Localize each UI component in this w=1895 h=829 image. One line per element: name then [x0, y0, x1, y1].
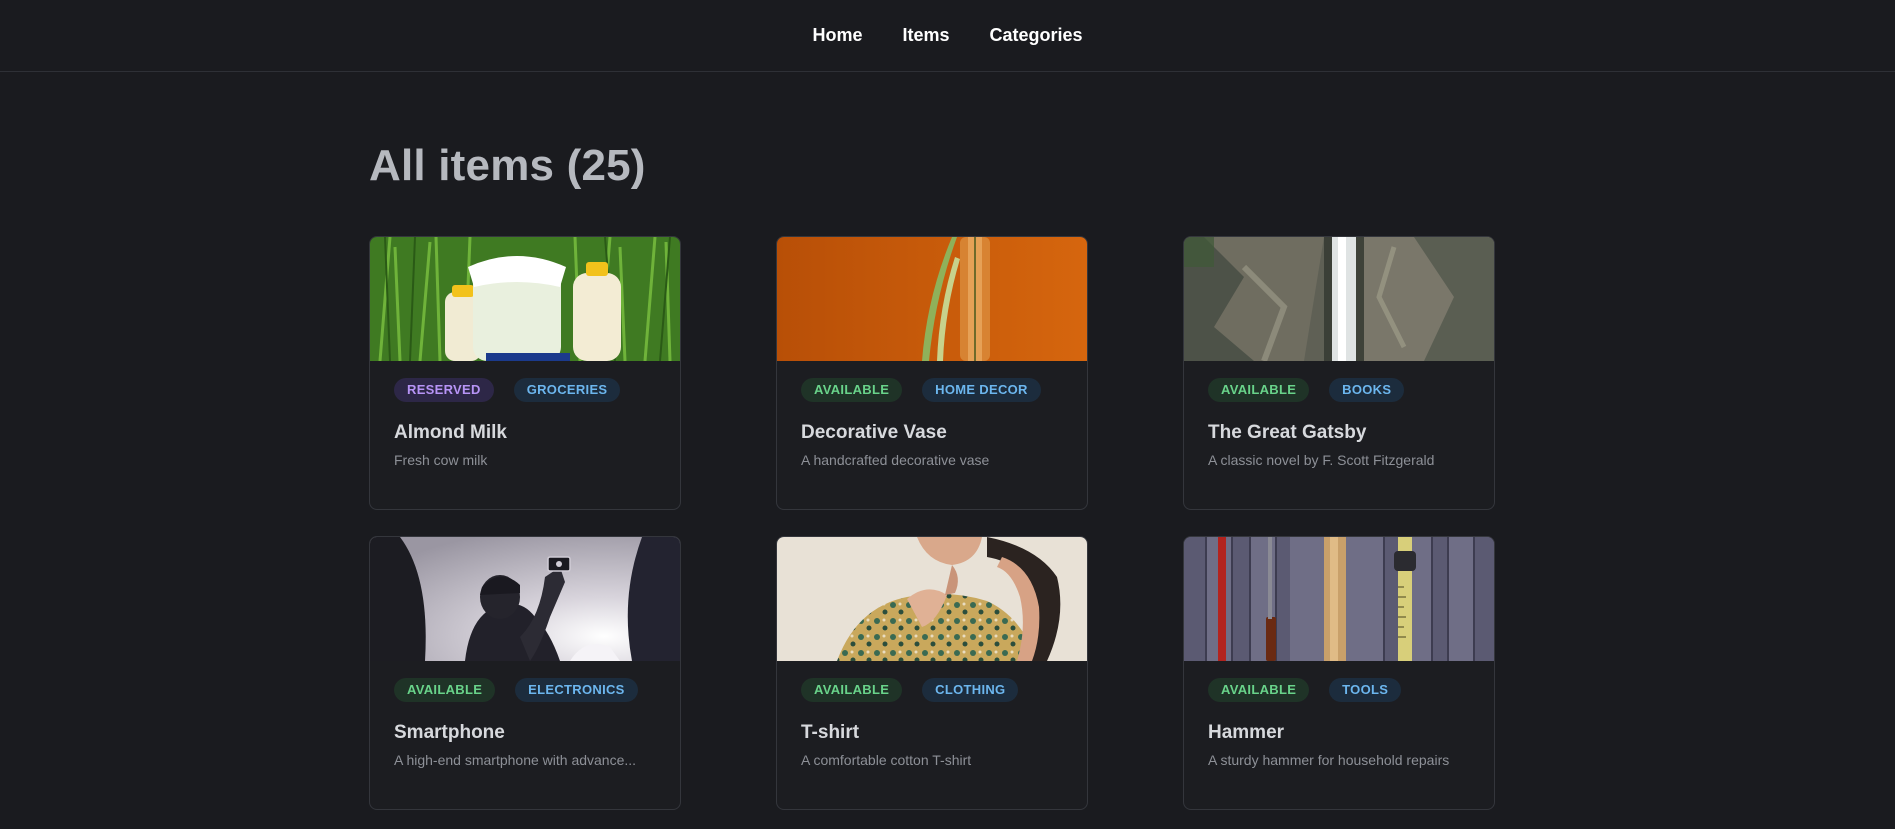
item-title[interactable]: Decorative Vase [801, 421, 1063, 445]
item-title[interactable]: T-shirt [801, 721, 1063, 745]
item-title[interactable]: The Great Gatsby [1208, 421, 1470, 445]
item-description: A sturdy hammer for household repairs [1208, 752, 1450, 768]
page-title: All items (25) [369, 141, 646, 190]
item-card[interactable]: AVAILABLE BOOKS The Great Gatsby A class… [1183, 236, 1495, 510]
item-image [370, 537, 680, 661]
category-badge[interactable]: HOME DECOR [922, 378, 1041, 402]
item-image [1184, 537, 1494, 661]
item-card[interactable]: AVAILABLE TOOLS Hammer A sturdy hammer f… [1183, 536, 1495, 810]
top-navigation: Home Items Categories [0, 0, 1895, 72]
item-image [777, 537, 1087, 661]
item-title[interactable]: Smartphone [394, 721, 656, 745]
status-badge: AVAILABLE [1208, 678, 1310, 702]
category-badge[interactable]: ELECTRONICS [515, 678, 638, 702]
item-title[interactable]: Almond Milk [394, 421, 656, 445]
status-badge: AVAILABLE [801, 678, 903, 702]
nav-link-items[interactable]: Items [902, 25, 949, 46]
category-badge[interactable]: BOOKS [1329, 378, 1405, 402]
status-badge: AVAILABLE [394, 678, 496, 702]
item-card[interactable]: AVAILABLE CLOTHING T-shirt A comfortable… [776, 536, 1088, 810]
item-title[interactable]: Hammer [1208, 721, 1470, 745]
main-content: All items (25) RESERVED GROCERIES Almond… [369, 140, 1499, 810]
item-description: A classic novel by F. Scott Fitzgerald [1208, 452, 1435, 468]
item-image [777, 237, 1087, 361]
item-image [370, 237, 680, 361]
item-card[interactable]: RESERVED GROCERIES Almond Milk Fresh cow… [369, 236, 681, 510]
item-description: A high-end smartphone with advance... [394, 752, 637, 768]
status-badge: AVAILABLE [1208, 378, 1310, 402]
status-badge: RESERVED [394, 378, 494, 402]
category-badge[interactable]: TOOLS [1329, 678, 1402, 702]
category-badge[interactable]: CLOTHING [922, 678, 1019, 702]
item-card[interactable]: AVAILABLE HOME DECOR Decorative Vase A h… [776, 236, 1088, 510]
nav-link-categories[interactable]: Categories [990, 25, 1083, 46]
item-description: A comfortable cotton T-shirt [801, 752, 972, 768]
item-card[interactable]: AVAILABLE ELECTRONICS Smartphone A high-… [369, 536, 681, 810]
category-badge[interactable]: GROCERIES [513, 378, 621, 402]
item-image [1184, 237, 1494, 361]
item-description: Fresh cow milk [394, 452, 488, 468]
nav-link-home[interactable]: Home [812, 25, 862, 46]
status-badge: AVAILABLE [801, 378, 903, 402]
item-description: A handcrafted decorative vase [801, 452, 990, 468]
item-grid: RESERVED GROCERIES Almond Milk Fresh cow… [369, 236, 1499, 810]
